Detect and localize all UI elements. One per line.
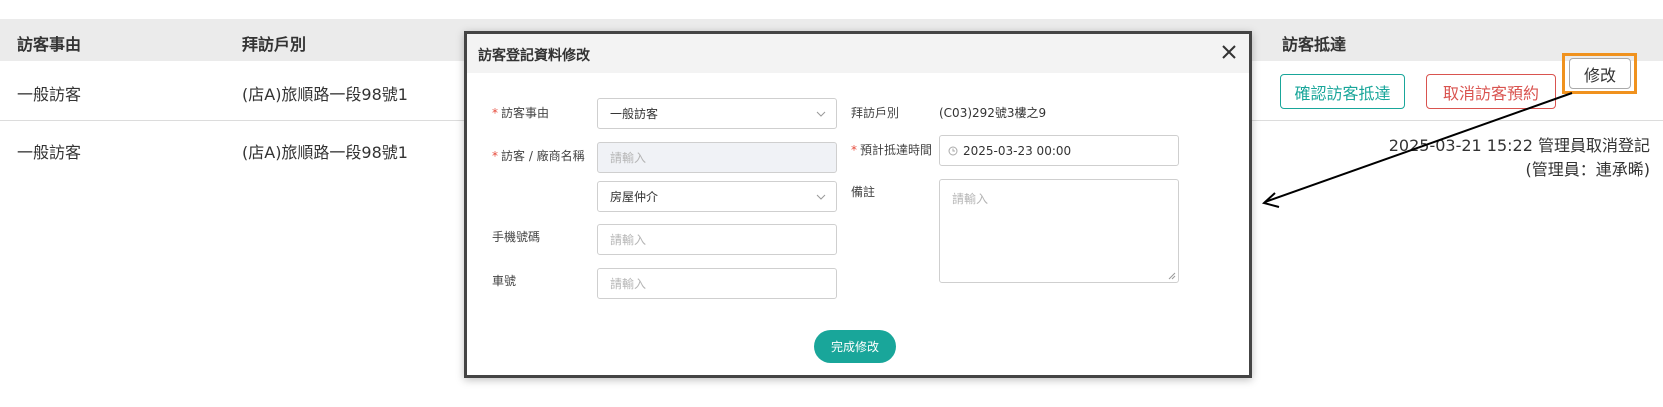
reason-label: * 訪客事由 [492, 106, 550, 120]
cancel-log-line: 2025-03-21 15:22 管理員取消登記 [1388, 136, 1650, 155]
chevron-down-icon [816, 111, 826, 117]
reason-select-value: 一般訪客 [610, 107, 659, 121]
note-placeholder: 請輸入 [952, 192, 989, 206]
phone-placeholder: 請輸入 [610, 233, 647, 247]
eta-datetime-input[interactable]: 2025-03-23 00:00 [939, 135, 1179, 166]
reason-select[interactable]: 一般訪客 [597, 98, 837, 129]
plate-input[interactable]: 請輸入 [597, 268, 837, 299]
eta-value: 2025-03-23 00:00 [963, 143, 1072, 158]
row-unit: (店A)旅順路一段98號1 [242, 85, 408, 104]
note-textarea[interactable]: 請輸入 [939, 179, 1179, 283]
eta-label: * 預計抵達時間 [851, 143, 933, 157]
modal-header: 訪客登記資料修改 [467, 34, 1249, 73]
note-label: 備註 [851, 185, 876, 199]
phone-input[interactable]: 請輸入 [597, 224, 837, 255]
cancel-reservation-button[interactable]: 取消訪客預約 [1426, 74, 1556, 109]
close-icon[interactable] [1217, 40, 1241, 64]
header-arrival: 訪客抵達 [1282, 35, 1347, 54]
row-reason: 一般訪客 [17, 85, 82, 104]
plate-placeholder: 請輸入 [610, 277, 647, 291]
name-label: * 訪客 / 廠商名稱 [492, 149, 585, 163]
row-reason: 一般訪客 [17, 143, 82, 162]
name-placeholder: 請輸入 [610, 151, 647, 165]
resize-handle-icon[interactable] [1168, 272, 1176, 280]
chevron-down-icon [816, 194, 826, 200]
cancel-log-operator: (管理員：連承晞) [1525, 160, 1651, 179]
modal-title: 訪客登記資料修改 [478, 48, 590, 64]
row-unit: (店A)旅順路一段98號1 [242, 143, 408, 162]
plate-label: 車號 [492, 274, 517, 288]
unit-label: 拜訪戶別 [851, 106, 900, 120]
submit-edit-button[interactable]: 完成修改 [814, 330, 896, 363]
category-select-value: 房屋仲介 [610, 190, 659, 204]
phone-label: 手機號碼 [492, 230, 541, 244]
name-input[interactable]: 請輸入 [597, 142, 837, 173]
confirm-arrival-button[interactable]: 確認訪客抵達 [1280, 74, 1405, 109]
edit-button[interactable]: 修改 [1569, 58, 1631, 89]
unit-value: (C03)292號3樓之9 [939, 106, 1047, 120]
header-reason: 訪客事由 [17, 35, 82, 54]
header-unit: 拜訪戶別 [242, 35, 307, 54]
category-select[interactable]: 房屋仲介 [597, 181, 837, 212]
clock-icon [948, 146, 958, 155]
edit-visitor-modal: 訪客登記資料修改 * 訪客事由 一般訪客 * 訪客 / 廠商名稱 請輸入 房屋仲介 … [464, 31, 1252, 378]
